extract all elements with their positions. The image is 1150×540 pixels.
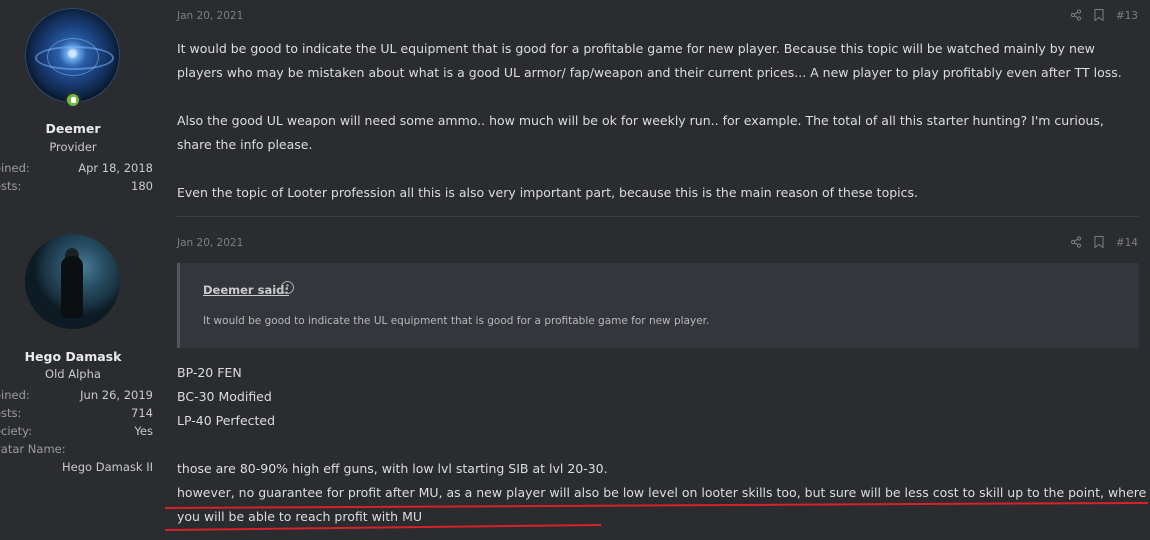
user-title: Old Alpha [45, 367, 101, 381]
stat-row: oined: Jun 26, 2019 [0, 388, 153, 404]
bookmark-icon[interactable] [1094, 236, 1104, 251]
bookmark-icon[interactable] [1094, 9, 1104, 24]
stat-row: Hego Damask II [0, 460, 153, 476]
stat-value: Apr 18, 2018 [78, 161, 153, 175]
avatar[interactable] [25, 8, 120, 103]
stat-value[interactable]: 714 [131, 406, 153, 420]
avatar[interactable] [25, 234, 120, 329]
stat-row: osts: 714 [0, 406, 153, 422]
avatar-figure [61, 256, 83, 318]
avatar-ring [47, 38, 99, 76]
post-list: Jan 20, 2021 #13 It would be good to ind… [161, 0, 1150, 540]
stat-label: osts: [0, 179, 22, 193]
post-line: BP-20 FEN [177, 365, 242, 380]
post-divider [177, 216, 1139, 217]
post-line: however, no guarantee for profit after M… [177, 485, 1147, 500]
stat-label: ociety: [0, 424, 32, 438]
share-icon[interactable] [1070, 9, 1082, 24]
user-title: Provider [49, 140, 97, 154]
post-number[interactable]: #13 [1116, 10, 1138, 22]
post-line: LP-40 Perfected [177, 413, 276, 428]
username[interactable]: Deemer [0, 121, 146, 136]
post-date[interactable]: Jan 20, 2021 [177, 237, 243, 249]
quote-block: Deemer said: ↑ It would be good to indic… [177, 263, 1139, 348]
post-date[interactable]: Jan 20, 2021 [177, 10, 243, 22]
stat-row: ociety: Yes [0, 424, 153, 440]
post-paragraph: Even the topic of Looter profession all … [177, 185, 918, 200]
user-sidebar: Deemer Provider oined: Apr 18, 2018 osts… [0, 0, 161, 540]
quote-text: It would be good to indicate the UL equi… [203, 315, 710, 327]
post-paragraph: It would be good to indicate the UL equi… [177, 41, 1122, 80]
stat-row: osts: 180 [0, 179, 153, 195]
post-line: those are 80-90% high eff guns, with low… [177, 461, 608, 476]
username[interactable]: Hego Damask [0, 349, 146, 364]
stat-row: vatar Name: [0, 442, 153, 458]
post-actions: #13 [1070, 9, 1150, 25]
online-status-icon [65, 92, 81, 108]
arrow-up-circle-icon[interactable]: ↑ [281, 281, 294, 294]
stat-value: Jun 26, 2019 [80, 388, 153, 402]
stat-value: Yes [134, 424, 153, 438]
stat-label: osts: [0, 406, 22, 420]
stat-value[interactable]: 180 [131, 179, 153, 193]
avatar-name-value: Hego Damask II [62, 460, 153, 474]
red-underline-annotation [164, 502, 1149, 531]
post-actions: #14 [1070, 236, 1150, 252]
stat-label: oined: [0, 161, 30, 175]
post-number[interactable]: #14 [1116, 237, 1138, 249]
post-paragraph: Also the good UL weapon will need some a… [177, 113, 1104, 152]
stat-label: oined: [0, 388, 30, 402]
stat-label: vatar Name: [0, 442, 66, 456]
post-line: BC-30 Modified [177, 389, 272, 404]
stat-row: oined: Apr 18, 2018 [0, 161, 153, 177]
share-icon[interactable] [1070, 236, 1082, 251]
quote-author-link[interactable]: Deemer said: [203, 283, 289, 297]
